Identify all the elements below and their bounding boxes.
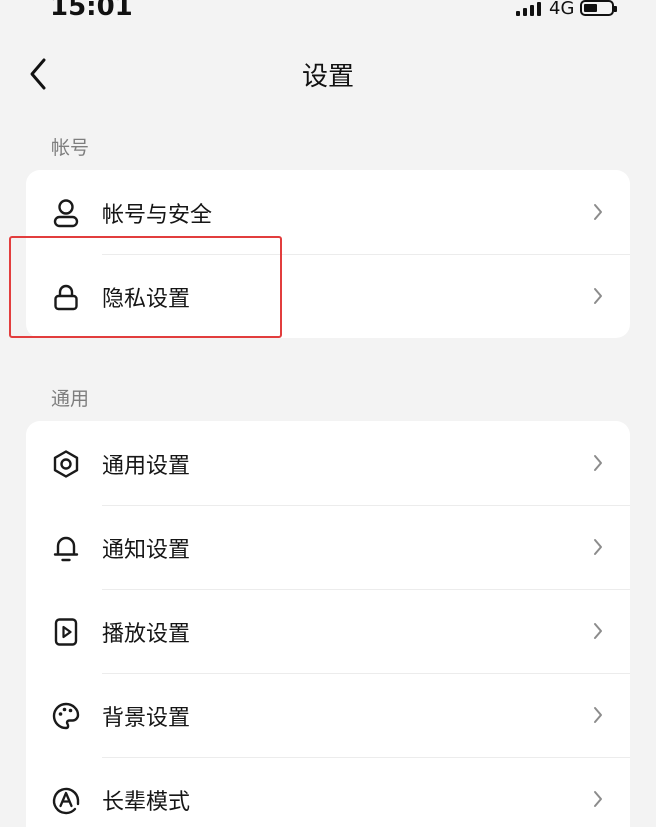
account-security-item[interactable]: 帐号与安全: [26, 170, 630, 254]
general-settings-label: 通用设置: [102, 454, 191, 479]
chevron-right-icon: [592, 286, 604, 306]
elder-mode-label: 长辈模式: [102, 790, 191, 815]
section-header-general: 通用: [51, 388, 90, 410]
bell-icon: [51, 533, 81, 563]
status-time: 15:01: [50, 0, 133, 22]
background-settings-item[interactable]: 背景设置: [26, 673, 630, 757]
privacy-settings-item[interactable]: 隐私设置: [26, 254, 630, 338]
privacy-settings-label: 隐私设置: [102, 287, 191, 312]
network-type: 4G: [549, 0, 575, 19]
gear-icon: [51, 449, 81, 479]
page-title: 设置: [301, 62, 354, 92]
signal-icon: [516, 0, 541, 16]
notification-settings-label: 通知设置: [102, 538, 191, 563]
elder-mode-icon: [51, 785, 81, 815]
account-security-label: 帐号与安全: [102, 203, 213, 228]
chevron-right-icon: [592, 621, 604, 641]
status-bar: 15:01 4G: [0, 0, 656, 24]
playback-settings-item[interactable]: 播放设置: [26, 589, 630, 673]
chevron-right-icon: [592, 705, 604, 725]
chevron-right-icon: [592, 789, 604, 809]
chevron-right-icon: [592, 202, 604, 222]
chevron-right-icon: [592, 453, 604, 473]
notification-settings-item[interactable]: 通知设置: [26, 505, 630, 589]
elder-mode-item[interactable]: 长辈模式: [26, 757, 630, 827]
user-icon: [51, 198, 81, 228]
lock-icon: [51, 282, 81, 312]
playback-settings-label: 播放设置: [102, 622, 191, 647]
play-icon: [51, 617, 81, 647]
chevron-right-icon: [592, 537, 604, 557]
battery-icon: [580, 0, 618, 16]
nav-bar: 设置: [0, 48, 656, 100]
account-card: 帐号与安全 隐私设置: [26, 170, 630, 338]
general-card: 通用设置 通知设置 播放设置 背景设置 长辈模式: [26, 421, 630, 827]
general-settings-item[interactable]: 通用设置: [26, 421, 630, 505]
palette-icon: [51, 701, 81, 731]
status-indicators: 4G: [516, 0, 618, 20]
background-settings-label: 背景设置: [102, 706, 191, 731]
section-header-account: 帐号: [51, 137, 90, 159]
